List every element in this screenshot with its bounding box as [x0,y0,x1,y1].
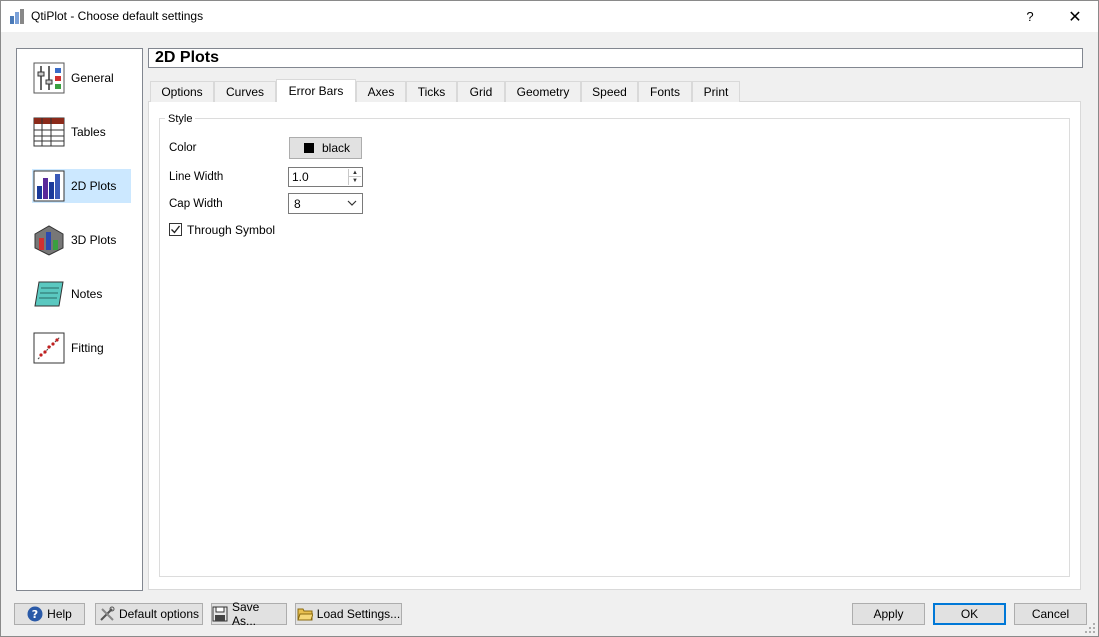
folder-open-icon [297,608,313,621]
3d-chart-icon [34,225,64,256]
context-help-button[interactable]: ? [1007,1,1053,32]
close-button[interactable]: ✕ [1052,1,1098,32]
tab-geometry[interactable]: Geometry [505,81,581,102]
line-width-spinbox[interactable]: 1.0 ▲ ▼ [288,167,363,187]
bar-chart-icon [33,170,65,202]
cancel-button[interactable]: Cancel [1014,603,1087,625]
sidebar-item-label: 2D Plots [71,179,117,193]
load-settings-label: Load Settings... [316,607,401,621]
save-as-button[interactable]: Save As... [211,600,287,628]
tab-error-bars[interactable]: Error Bars [276,79,356,102]
ok-button[interactable]: OK [933,603,1006,625]
sidebar-item-label: Tables [71,125,106,139]
default-options-button[interactable]: Default options [95,603,203,625]
save-as-label: Save As... [232,600,260,628]
tab-print[interactable]: Print [692,81,740,102]
chevron-down-icon [347,200,357,206]
tab-axes[interactable]: Axes [356,81,406,102]
sidebar-item-general[interactable]: General [32,61,131,95]
style-group-title: Style [165,113,196,125]
sidebar-item-label: 3D Plots [71,233,117,247]
table-icon [33,117,65,147]
general-settings-icon [33,62,65,94]
tab-grid[interactable]: Grid [457,81,505,102]
spin-up-icon[interactable]: ▲ [349,169,361,177]
through-symbol-checkbox[interactable] [169,223,182,236]
cap-width-combobox[interactable]: 8 [288,193,363,214]
category-list: General Tables 2D Plots 3D Plots Notes F… [16,48,143,591]
sidebar-item-tables[interactable]: Tables [32,115,131,149]
checkmark-icon [171,225,181,234]
help-label: Help [47,607,72,621]
sidebar-item-3d-plots[interactable]: 3D Plots [32,223,131,257]
default-options-label: Default options [118,607,200,621]
window-title: QtiPlot - Choose default settings [31,9,204,23]
tools-icon [100,606,115,621]
line-width-label: Line Width [169,171,224,183]
resize-grip-icon[interactable] [1084,622,1096,634]
tab-curves[interactable]: Curves [214,81,276,102]
sidebar-item-fitting[interactable]: Fitting [32,331,131,365]
sidebar-item-label: Fitting [71,341,104,355]
help-button[interactable]: ? Help [14,603,85,625]
fitting-icon [33,332,65,364]
svg-text:?: ? [32,608,38,621]
apply-button[interactable]: Apply [852,603,925,625]
page-title: 2D Plots [148,48,1083,68]
color-label: Color [169,142,197,154]
settings-dialog: QtiPlot - Choose default settings ? ✕ Ge… [0,0,1099,637]
color-value: black [322,141,351,155]
color-swatch [304,143,314,153]
line-width-value: 1.0 [292,170,309,184]
sidebar-item-label: Notes [71,287,103,301]
tab-ticks[interactable]: Ticks [406,81,457,102]
qtiplot-app-icon [10,9,24,24]
title-bar: QtiPlot - Choose default settings ? ✕ [1,1,1098,32]
tab-speed[interactable]: Speed [581,81,638,102]
sidebar-item-notes[interactable]: Notes [32,277,131,311]
save-icon [212,606,228,622]
sidebar-item-label: General [71,71,114,85]
color-picker-button[interactable]: black [289,137,362,159]
tab-options[interactable]: Options [150,81,214,102]
cap-width-label: Cap Width [169,198,223,210]
tab-fonts[interactable]: Fonts [638,81,692,102]
spin-arrows: ▲ ▼ [348,169,361,185]
spin-down-icon[interactable]: ▼ [349,177,361,185]
through-symbol-label[interactable]: Through Symbol [187,223,275,237]
cap-width-value: 8 [294,197,301,211]
help-icon: ? [27,606,43,622]
load-settings-button[interactable]: Load Settings... [295,603,402,625]
sidebar-item-2d-plots[interactable]: 2D Plots [32,169,131,203]
notes-icon [34,281,64,307]
